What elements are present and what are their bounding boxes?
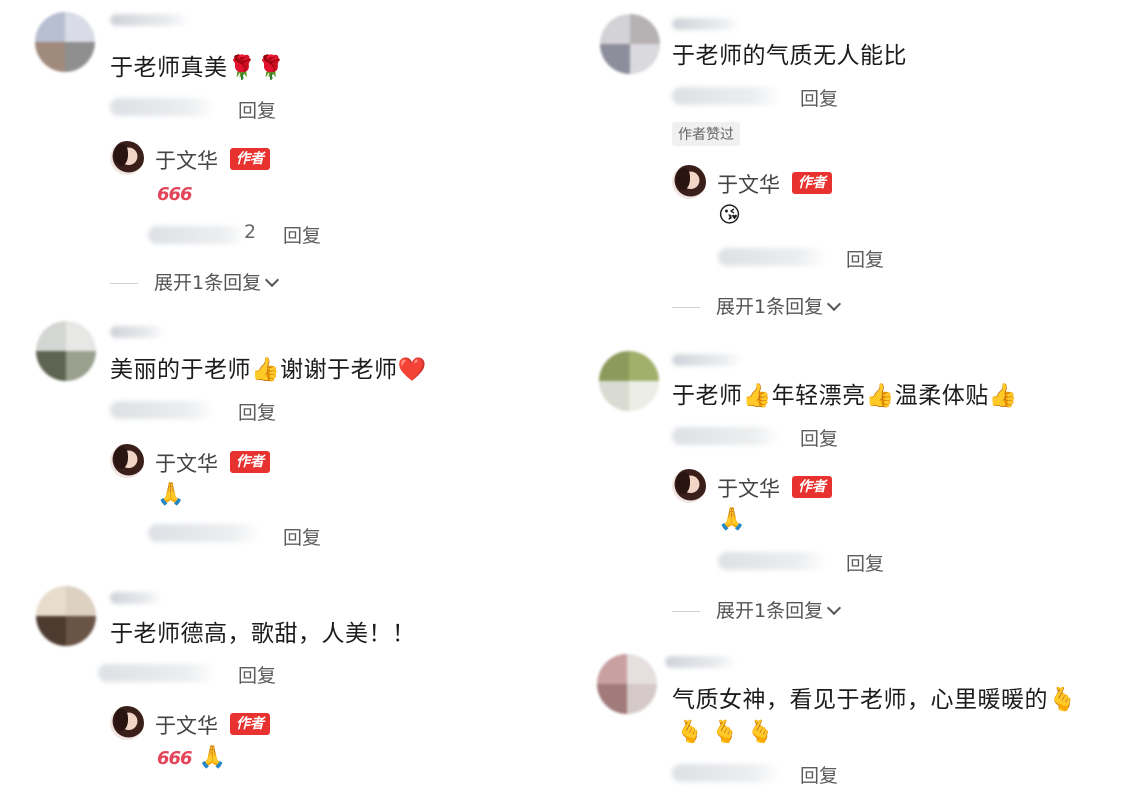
author-name[interactable]: 于文华: [717, 473, 780, 503]
author-badge: 作者: [792, 172, 832, 194]
author-reply-emoji: 😘: [718, 203, 741, 228]
expand-replies[interactable]: 展开1条回复: [110, 268, 280, 295]
divider-line: [672, 611, 700, 612]
author-avatar[interactable]: [672, 165, 706, 199]
reply-meta-suffix: 2: [244, 221, 257, 243]
comment-meta-blurred: [672, 764, 780, 782]
comment-meta-blurred: [110, 401, 215, 419]
username-blurred: [110, 326, 165, 338]
avatar[interactable]: [36, 586, 96, 646]
reply-meta-blurred: [148, 524, 260, 542]
reply-emoji: 🙏: [198, 745, 226, 770]
username-blurred: [672, 18, 740, 30]
reply-button[interactable]: 回复: [800, 424, 838, 451]
comment-meta-blurred: [98, 664, 216, 682]
author-name[interactable]: 于文华: [155, 448, 218, 478]
liked-by-author-badge: 作者赞过: [672, 122, 740, 146]
reply-button[interactable]: 回复: [800, 761, 838, 788]
comment-text: 于老师👍年轻漂亮👍温柔体贴👍: [672, 383, 1018, 409]
divider-line: [672, 307, 700, 308]
expand-replies[interactable]: 展开1条回复: [672, 292, 842, 319]
author-name[interactable]: 于文华: [717, 169, 780, 199]
username-blurred: [672, 354, 742, 366]
chevron-down-icon: [827, 296, 842, 312]
comment-text: 气质女神，看见于老师，心里暖暖的🫰: [672, 687, 1078, 713]
reply-666-text: 666: [157, 184, 193, 205]
reply-button[interactable]: 回复: [238, 661, 276, 688]
reply-button[interactable]: 回复: [283, 221, 321, 248]
author-avatar[interactable]: [672, 469, 706, 503]
avatar[interactable]: [35, 12, 95, 72]
reply-button[interactable]: 回复: [283, 523, 321, 550]
author-badge: 作者: [792, 476, 832, 498]
author-name[interactable]: 于文华: [155, 710, 218, 740]
comment-meta-blurred: [672, 87, 780, 105]
author-reply-emoji: 🙏: [718, 507, 746, 532]
avatar[interactable]: [36, 321, 96, 381]
comment-text: 于老师德高，歌甜，人美！！: [110, 621, 416, 647]
author-avatar[interactable]: [110, 444, 144, 478]
username-blurred: [110, 592, 162, 604]
avatar[interactable]: [600, 14, 660, 74]
username-blurred: [110, 14, 190, 26]
avatar[interactable]: [599, 351, 659, 411]
comment-text: 美丽的于老师👍谢谢于老师❤️: [110, 357, 427, 383]
reply-button[interactable]: 回复: [238, 398, 276, 425]
author-avatar[interactable]: [110, 706, 144, 740]
reply-button[interactable]: 回复: [846, 245, 884, 272]
chevron-down-icon: [827, 600, 842, 616]
chevron-down-icon: [265, 272, 280, 288]
comment-meta-blurred: [672, 427, 780, 445]
comment-text: 于老师真美🌹🌹: [110, 55, 286, 81]
divider-line: [110, 283, 138, 284]
comment-meta-blurred: [110, 98, 215, 116]
expand-label: 展开1条回复: [716, 296, 824, 318]
author-reply-emoji: 🙏: [157, 482, 185, 507]
author-badge: 作者: [230, 713, 270, 735]
author-badge: 作者: [230, 148, 270, 170]
reply-button[interactable]: 回复: [800, 84, 838, 111]
expand-replies[interactable]: 展开1条回复: [672, 596, 842, 623]
author-reply-text: 666 🙏: [157, 744, 226, 773]
username-blurred: [665, 656, 737, 668]
expand-label: 展开1条回复: [716, 600, 824, 622]
comment-text: 于老师的气质无人能比: [672, 43, 907, 69]
author-avatar[interactable]: [110, 141, 144, 175]
reply-button[interactable]: 回复: [238, 96, 276, 123]
expand-label: 展开1条回复: [154, 272, 262, 294]
author-reply-text: 666: [157, 180, 193, 209]
reply-666-text: 666: [157, 748, 193, 769]
avatar[interactable]: [597, 654, 657, 714]
reply-meta-blurred: [148, 226, 246, 244]
comment-text-line2: 🫰 🫰 🫰: [676, 720, 775, 745]
reply-meta-blurred: [718, 248, 826, 266]
reply-meta-blurred: [718, 552, 826, 570]
author-name[interactable]: 于文华: [155, 145, 218, 175]
reply-button[interactable]: 回复: [846, 549, 884, 576]
author-badge: 作者: [230, 451, 270, 473]
